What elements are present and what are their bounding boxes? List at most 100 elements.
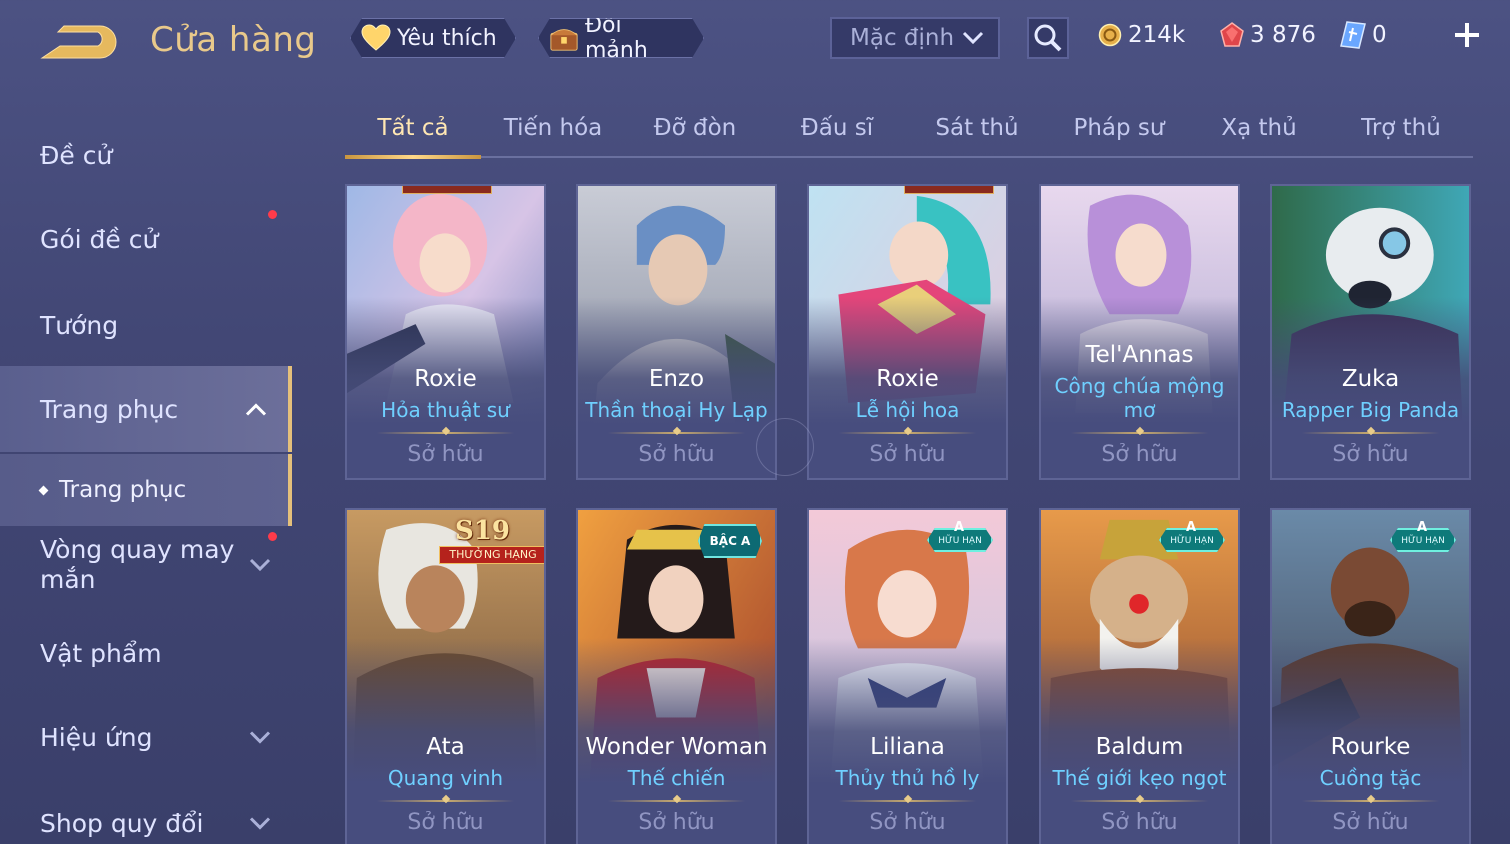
sidebar-item-heroes[interactable]: Tướng bbox=[0, 290, 292, 360]
search-icon bbox=[1034, 24, 1062, 52]
tab-support[interactable]: Trợ thủ bbox=[1333, 108, 1469, 156]
sidebar-subitem-skins[interactable]: Trang phục bbox=[0, 454, 292, 526]
sidebar-item-skins[interactable]: Trang phục bbox=[0, 366, 292, 452]
touch-indicator bbox=[756, 418, 814, 476]
owned-status: Sở hữu bbox=[638, 442, 715, 467]
skin-name: Công chúa mộng mơ bbox=[1054, 374, 1225, 422]
divider bbox=[1302, 432, 1439, 434]
chevron-down-icon bbox=[248, 550, 272, 580]
hero-name: Roxie bbox=[414, 366, 477, 392]
owned-status: Sở hữu bbox=[1101, 442, 1178, 467]
favorites-button[interactable]: Yêu thích bbox=[350, 18, 516, 58]
voucher-icon bbox=[1340, 21, 1366, 49]
bullet-diamond-icon bbox=[38, 485, 49, 495]
chevron-down-icon bbox=[962, 25, 984, 51]
hero-name: Enzo bbox=[648, 366, 705, 392]
divider bbox=[1302, 800, 1439, 802]
skin-card[interactable]: HỮU HẠN A Liliana Thủy thủ hồ ly Sở hữu bbox=[807, 508, 1008, 844]
notification-dot bbox=[268, 210, 277, 219]
sidebar-item-items[interactable]: Vật phẩm bbox=[0, 618, 292, 688]
page-title: Cửa hàng bbox=[150, 20, 317, 60]
sidebar-item-lucky-spin[interactable]: Vòng quay may mắn bbox=[0, 532, 292, 598]
add-currency-icon[interactable] bbox=[1450, 18, 1484, 52]
hero-name: Zuka bbox=[1341, 366, 1400, 392]
chevron-down-icon bbox=[248, 809, 272, 838]
chevron-down-icon bbox=[248, 723, 272, 752]
gem-balance: 3 876 bbox=[1220, 20, 1316, 50]
favorites-label: Yêu thích bbox=[397, 25, 497, 51]
divider bbox=[377, 432, 514, 434]
skin-card[interactable]: Zuka Rapper Big Panda Sở hữu bbox=[1270, 184, 1471, 480]
divider bbox=[839, 432, 976, 434]
season-rank-badge: S19 THƯỞNG HẠNG bbox=[439, 516, 544, 568]
sidebar: Đề cử Gói đề cử Tướng Trang phục Trang p… bbox=[0, 100, 292, 844]
divider bbox=[608, 800, 745, 802]
skin-name: Lễ hội hoa bbox=[855, 398, 960, 422]
owned-status: Sở hữu bbox=[1332, 810, 1409, 835]
skin-card[interactable]: BẬC A Wonder Woman Thế chiến Sở hữu bbox=[576, 508, 777, 844]
skin-name: Thần thoại Hy Lạp bbox=[585, 398, 768, 422]
sidebar-item-recommended[interactable]: Đề cử bbox=[0, 120, 292, 190]
red-gem-icon bbox=[1220, 22, 1244, 47]
gold-balance: 214k bbox=[1098, 20, 1185, 50]
heart-icon bbox=[361, 23, 391, 53]
skin-card[interactable]: HỮU HẠN A Baldum Thế giới kẹo ngọt Sở hữ… bbox=[1039, 508, 1240, 844]
sidebar-item-exchange-shop[interactable]: Shop quy đổi bbox=[0, 788, 292, 844]
divider bbox=[1071, 432, 1208, 434]
sidebar-item-recommended-bundles[interactable]: Gói đề cử bbox=[0, 204, 292, 274]
skin-name: Thủy thủ hồ ly bbox=[835, 766, 980, 790]
search-button[interactable] bbox=[1027, 17, 1069, 59]
tab-assassin[interactable]: Sát thủ bbox=[909, 108, 1045, 156]
tab-tank[interactable]: Đỡ đòn bbox=[627, 108, 763, 156]
divider bbox=[608, 432, 745, 434]
notification-dot bbox=[268, 532, 277, 541]
skin-name: Quang vinh bbox=[387, 766, 504, 790]
owned-status: Sở hữu bbox=[638, 810, 715, 835]
hero-name: Liliana bbox=[870, 734, 945, 760]
back-arrow-icon[interactable] bbox=[38, 22, 118, 64]
hero-name: Tel'Annas bbox=[1085, 342, 1194, 368]
divider bbox=[1071, 800, 1208, 802]
tab-all[interactable]: Tất cả bbox=[345, 108, 481, 159]
gold-coin-icon bbox=[1098, 23, 1122, 47]
owned-status: Sở hữu bbox=[407, 810, 484, 835]
owned-status: Sở hữu bbox=[869, 442, 946, 467]
skin-name: Cuồng tặc bbox=[1319, 766, 1422, 790]
owned-status: Sở hữu bbox=[869, 810, 946, 835]
skin-name: Thế chiến bbox=[627, 766, 726, 790]
owned-status: Sở hữu bbox=[1332, 442, 1409, 467]
role-tabs: Tất cả Tiến hóa Đỡ đòn Đấu sĩ Sát thủ Ph… bbox=[345, 108, 1473, 159]
skin-name: Hỏa thuật sư bbox=[381, 398, 510, 422]
skin-name: Rapper Big Panda bbox=[1281, 398, 1460, 422]
exchange-label: Đổi mảnh bbox=[585, 13, 648, 63]
skin-card[interactable]: HỮU HẠN A Rourke Cuồng tặc Sở hữu bbox=[1270, 508, 1471, 844]
hero-name: Roxie bbox=[876, 366, 939, 392]
sort-dropdown[interactable]: Mặc định bbox=[830, 17, 1000, 59]
divider bbox=[377, 800, 514, 802]
chest-icon bbox=[549, 23, 579, 53]
skin-card[interactable]: Roxie Hỏa thuật sư Sở hữu bbox=[345, 184, 546, 480]
divider bbox=[839, 800, 976, 802]
limited-badge: HỮU HẠN A bbox=[1390, 520, 1456, 556]
tier-badge: BẬC A bbox=[698, 524, 762, 558]
skin-card[interactable]: Roxie Lễ hội hoa Sở hữu bbox=[807, 184, 1008, 480]
exchange-fragments-button[interactable]: Đổi mảnh bbox=[538, 18, 704, 58]
tab-evolution[interactable]: Tiến hóa bbox=[485, 108, 621, 156]
hero-name: Rourke bbox=[1330, 734, 1411, 760]
skin-name: Thế giới kẹo ngọt bbox=[1052, 766, 1227, 790]
sort-value: Mặc định bbox=[850, 25, 955, 51]
hero-name: Wonder Woman bbox=[585, 734, 768, 760]
voucher-balance: 0 bbox=[1340, 20, 1387, 50]
skin-card[interactable]: S19 THƯỞNG HẠNG Ata Quang vinh Sở hữu bbox=[345, 508, 546, 844]
tab-fighter[interactable]: Đấu sĩ bbox=[769, 108, 905, 156]
skin-card[interactable]: Enzo Thần thoại Hy Lạp Sở hữu bbox=[576, 184, 777, 480]
limited-badge: HỮU HẠN A bbox=[927, 520, 993, 556]
tab-marksman[interactable]: Xạ thủ bbox=[1191, 108, 1327, 156]
rank-ribbon bbox=[904, 186, 994, 194]
skin-card[interactable]: Tel'Annas Công chúa mộng mơ Sở hữu bbox=[1039, 184, 1240, 480]
tab-mage[interactable]: Pháp sư bbox=[1051, 108, 1187, 156]
sidebar-item-effects[interactable]: Hiệu ứng bbox=[0, 702, 292, 772]
hero-name: Baldum bbox=[1095, 734, 1184, 760]
chevron-up-icon bbox=[244, 395, 268, 424]
hero-name: Ata bbox=[426, 734, 465, 760]
